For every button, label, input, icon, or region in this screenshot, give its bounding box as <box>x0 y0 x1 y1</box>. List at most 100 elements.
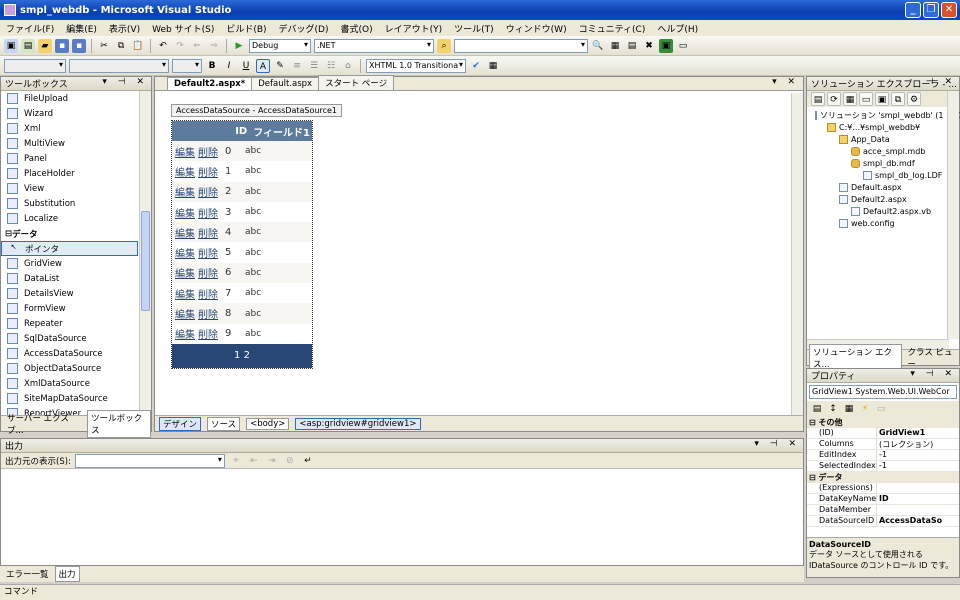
tree-node[interactable]: web.config <box>807 217 947 229</box>
redo-icon[interactable]: ↷ <box>173 39 187 53</box>
copy-icon[interactable]: ⧉ <box>114 39 128 53</box>
menu-item[interactable]: Web サイト(S) <box>152 22 214 35</box>
other-windows-icon[interactable]: ▭ <box>676 39 690 53</box>
grid-pager[interactable]: 1 2 <box>172 343 312 368</box>
tree-node[interactable]: Default2.aspx <box>807 193 947 205</box>
property-value[interactable]: GridView1 <box>877 428 959 438</box>
property-value[interactable]: AccessDataSo <box>877 516 959 526</box>
italic-icon[interactable]: I <box>222 59 236 73</box>
platform-select[interactable]: .NET <box>314 38 434 53</box>
align-icon[interactable]: ≡ <box>290 59 304 73</box>
tree-node[interactable]: acce_smpl.mdb <box>807 145 947 157</box>
property-page-icon[interactable]: ▭ <box>874 402 888 416</box>
design-view-tab[interactable]: デザイン <box>159 416 202 431</box>
breadcrumb-gridview[interactable]: <asp:gridview#gridview1> <box>295 417 421 430</box>
tree-node[interactable]: Default2.aspx.vb <box>807 205 947 217</box>
maximize-button[interactable]: ❐ <box>923 2 939 18</box>
new-project-icon[interactable]: ▣ <box>4 38 18 53</box>
tree-node[interactable]: App_Data <box>807 133 947 145</box>
open-icon[interactable]: ▰ <box>38 38 52 53</box>
property-category[interactable]: ⊟ データ <box>807 472 959 483</box>
menu-item[interactable]: 書式(O) <box>340 22 372 35</box>
tree-node[interactable]: Default.aspx <box>807 181 947 193</box>
tree-node[interactable]: smpl_db.mdf <box>807 157 947 169</box>
font-size-select[interactable] <box>172 58 202 73</box>
editor-scrollbar[interactable] <box>791 93 803 415</box>
property-pages-icon[interactable]: ▦ <box>842 402 856 416</box>
source-view-tab[interactable]: ソース <box>207 416 241 431</box>
toolbox-item[interactable]: FormView <box>1 301 141 316</box>
delete-link[interactable]: 削除 <box>198 144 218 159</box>
toolbox-item[interactable]: ↖ ポインタ <box>1 241 138 256</box>
menu-item[interactable]: 編集(E) <box>66 22 97 35</box>
solution-scrollbar[interactable] <box>947 91 959 339</box>
edit-link[interactable]: 編集 <box>175 164 195 179</box>
property-value[interactable]: -1 <box>877 461 959 471</box>
find-icon[interactable]: ⌕ <box>437 38 451 53</box>
word-wrap-icon[interactable]: ↵ <box>301 454 315 468</box>
clear-all-icon[interactable]: ⊘ <box>283 454 297 468</box>
categorized-icon[interactable]: ▤ <box>810 402 824 416</box>
object-select[interactable]: GridView1 System.Web.UI.WebCor <box>809 385 957 399</box>
minimize-button[interactable]: _ <box>905 2 921 18</box>
toolbox-item[interactable]: Wizard <box>1 106 141 121</box>
panel-pin-close[interactable]: ▾ ⊣ ✕ <box>102 77 148 87</box>
delete-link[interactable]: 削除 <box>198 245 218 260</box>
editor-close-icon[interactable]: ▾ ✕ <box>772 77 799 87</box>
toolbox-scrollbar[interactable] <box>139 91 151 417</box>
tree-node[interactable]: smpl_db_log.LDF <box>807 169 947 181</box>
paste-icon[interactable]: 📋 <box>131 39 145 53</box>
nav-back-icon[interactable]: ⇐ <box>190 39 204 53</box>
toolbox-item[interactable]: PlaceHolder <box>1 166 141 181</box>
edit-link[interactable]: 編集 <box>175 144 195 159</box>
collapse-icon[interactable]: ⊟ <box>5 229 12 239</box>
delete-link[interactable]: 削除 <box>198 286 218 301</box>
delete-link[interactable]: 削除 <box>198 164 218 179</box>
menu-item[interactable]: ビルド(B) <box>226 22 266 35</box>
find-combo[interactable] <box>454 38 588 53</box>
underline-icon[interactable]: U <box>239 59 253 73</box>
toolbox-item[interactable]: XmlDataSource <box>1 376 141 391</box>
doctype-select[interactable]: XHTML 1.0 Transitiona <box>366 58 466 73</box>
check-accessibility-icon[interactable]: ✔ <box>469 59 483 73</box>
edit-link[interactable]: 編集 <box>175 225 195 240</box>
toolbox-item[interactable]: FileUpload <box>1 91 141 106</box>
refresh-icon[interactable]: ⟳ <box>827 92 841 106</box>
output-pin-close[interactable]: ▾ ⊣ ✕ <box>754 439 800 449</box>
bold-icon[interactable]: B <box>205 59 219 73</box>
toolbox-item[interactable]: AccessDataSource <box>1 346 141 361</box>
hyperlink-icon[interactable]: ⌂ <box>341 59 355 73</box>
gridview[interactable]: ID フィールド1 編集 削除 0 abc 編集 削除 1 abc 編集 削除 2 abc 編集 削除 3 a… <box>171 120 313 369</box>
properties-pin-close[interactable]: ▾ ⊣ ✕ <box>910 369 956 379</box>
delete-link[interactable]: 削除 <box>198 326 218 341</box>
menu-item[interactable]: ヘルプ(H) <box>657 22 698 35</box>
delete-link[interactable]: 削除 <box>198 225 218 240</box>
toolbox-item[interactable]: SiteMapDataSource <box>1 391 141 406</box>
menu-item[interactable]: コミュニティ(C) <box>579 22 646 35</box>
datasource-tag[interactable]: AccessDataSource - AccessDataSource1 <box>171 104 342 117</box>
toolbox-item[interactable]: Substitution <box>1 196 141 211</box>
edit-link[interactable]: 編集 <box>175 184 195 199</box>
toolbox-category[interactable]: ⊟ データ <box>1 226 141 241</box>
edit-link[interactable]: 編集 <box>175 245 195 260</box>
menu-item[interactable]: ウィンドウ(W) <box>506 22 567 35</box>
toolbox-item[interactable]: Panel <box>1 151 141 166</box>
save-icon[interactable]: ▪ <box>55 38 69 53</box>
toolbox-item[interactable]: View <box>1 181 141 196</box>
property-row[interactable]: DataSourceID AccessDataSo <box>807 516 959 527</box>
view-designer-icon[interactable]: ▣ <box>875 92 889 106</box>
output-tab[interactable]: 出力 <box>54 566 80 582</box>
toolbox-item[interactable]: GridView <box>1 256 141 271</box>
view-code-icon[interactable]: ▭ <box>859 92 873 106</box>
delete-link[interactable]: 削除 <box>198 205 218 220</box>
menu-item[interactable]: レイアウト(Y) <box>385 22 443 35</box>
property-row[interactable]: DataKeyNames ID <box>807 494 959 505</box>
edit-link[interactable]: 編集 <box>175 326 195 341</box>
config-icon[interactable]: ⚙ <box>907 92 921 106</box>
toolbox-item[interactable]: SqlDataSource <box>1 331 141 346</box>
bullets-icon[interactable]: ☰ <box>307 59 321 73</box>
toolbox-icon[interactable]: ✖ <box>642 39 656 53</box>
document-tab[interactable]: Default2.aspx* <box>167 77 253 90</box>
menu-item[interactable]: 表示(V) <box>109 22 140 35</box>
edit-link[interactable]: 編集 <box>175 286 195 301</box>
